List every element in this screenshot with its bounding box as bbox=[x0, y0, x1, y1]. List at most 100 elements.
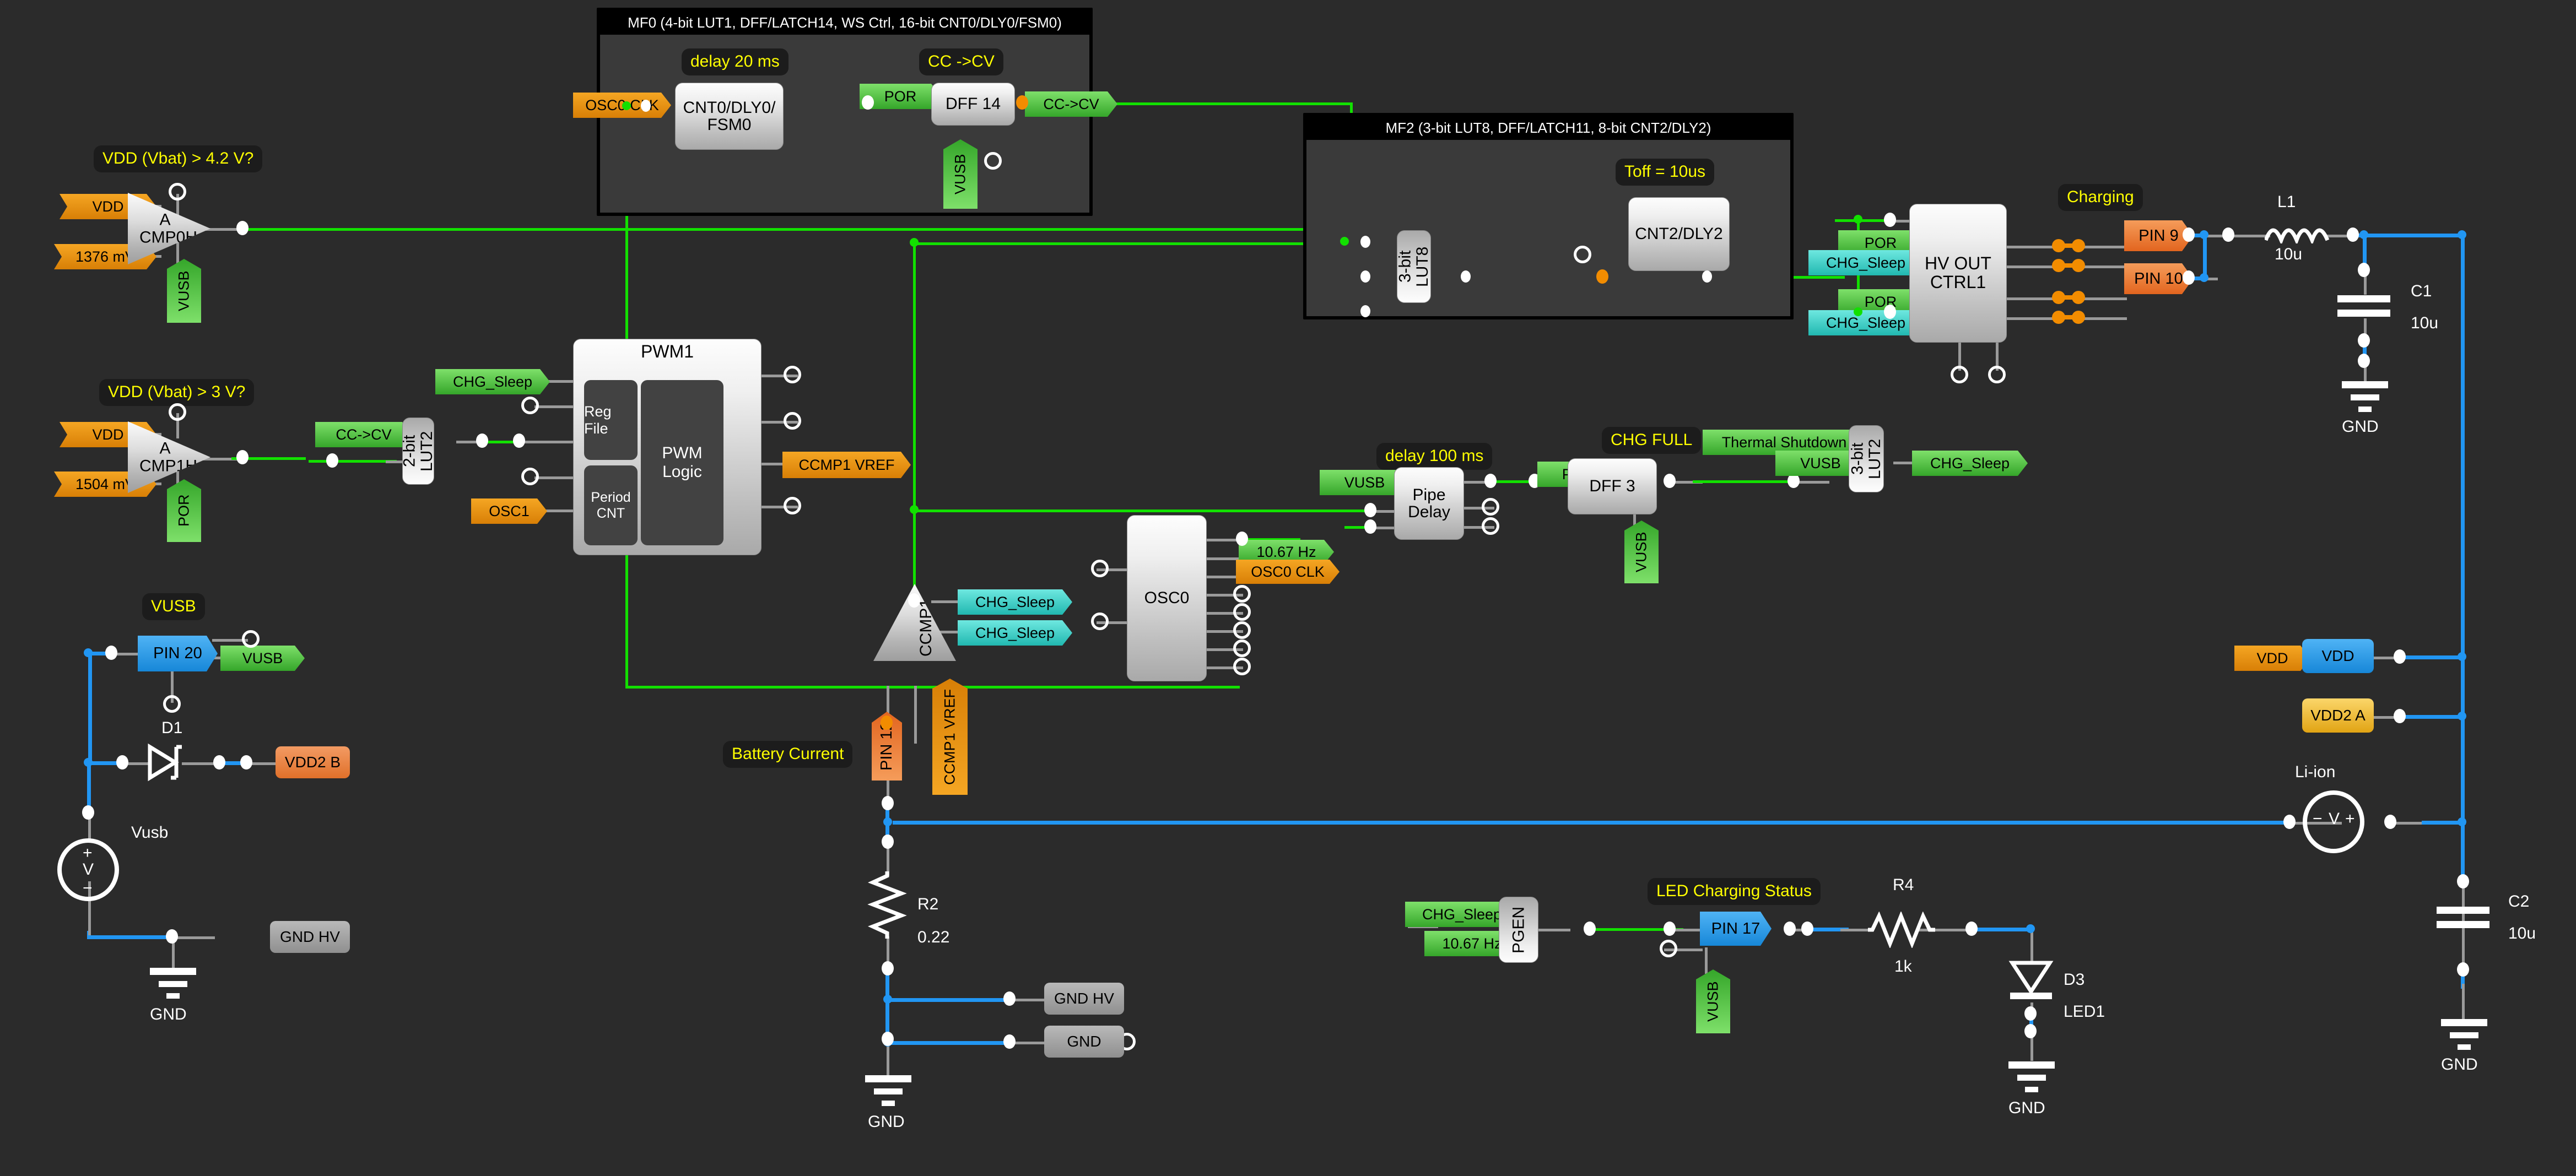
node-d3-anode bbox=[2026, 924, 2035, 933]
net-gnd-sense[interactable]: GND bbox=[1044, 1026, 1124, 1058]
node-pwm-in2 bbox=[521, 397, 539, 414]
node-osc0-out8 bbox=[1233, 658, 1251, 675]
block-cnt0-dly0-fsm0[interactable]: CNT0/DLY0/ FSM0 bbox=[675, 83, 784, 150]
comparator-acmp0h[interactable]: A CMP0H bbox=[128, 193, 210, 264]
node-osc0-out5 bbox=[1233, 603, 1251, 621]
diode-d1-symbol bbox=[144, 743, 184, 782]
tag-chg-sleep-hv-2[interactable]: CHG_Sleep bbox=[1808, 310, 1923, 335]
node-rail-batt bbox=[2458, 817, 2466, 826]
tag-osc1[interactable]: OSC1 bbox=[471, 498, 547, 524]
block-hv-out-ctrl1[interactable]: HV OUT CTRL1 bbox=[1909, 204, 2007, 343]
mf2-title: MF2 (3-bit LUT8, DFF/LATCH11, 8-bit CNT2… bbox=[1306, 116, 1790, 140]
node-osc0-out7 bbox=[1233, 640, 1251, 657]
tag-cc-cv-out[interactable]: CC->CV bbox=[1025, 91, 1117, 117]
block-osc0[interactable]: OSC0 bbox=[1127, 515, 1207, 681]
block-3bit-lut2-right[interactable]: 3-bit LUT2 bbox=[1849, 425, 1884, 492]
wire-pwm-out-3 bbox=[759, 463, 786, 465]
node-dff14-in bbox=[1016, 95, 1028, 110]
pin-vdd[interactable]: VDD bbox=[2302, 639, 2374, 673]
contact-pair-1 bbox=[2052, 239, 2085, 252]
node-lut8-out bbox=[1461, 270, 1471, 283]
node-cnt2-in bbox=[1596, 269, 1608, 284]
pin-20[interactable]: PIN 20 bbox=[138, 636, 218, 671]
node-pwm-out1 bbox=[784, 366, 801, 383]
node-c1-gnd bbox=[2358, 354, 2370, 368]
net-vdd2-a[interactable]: VDD2 A bbox=[2302, 698, 2374, 733]
tag-vusb-pin17[interactable]: VUSB bbox=[1696, 969, 1730, 1033]
node-hv-por-bus-bot bbox=[1854, 307, 1862, 316]
wire-pgen-out-stub bbox=[1537, 929, 1570, 931]
node-cmp0-out bbox=[236, 221, 249, 235]
tag-chg-sleep-out[interactable]: CHG_Sleep bbox=[1912, 451, 2028, 476]
node-pipe-in2 bbox=[1364, 519, 1376, 534]
tag-vusb-cmp0[interactable]: VUSB bbox=[167, 259, 201, 323]
node-c1-bot bbox=[2358, 333, 2370, 348]
wire-pin17-vusb bbox=[1705, 947, 1708, 974]
tag-chg-sleep-ccmp1-b[interactable]: CHG_Sleep bbox=[958, 620, 1072, 646]
node-hv-bot1 bbox=[1951, 366, 1968, 383]
tag-osc0-clk[interactable]: OSC0 CLK bbox=[1236, 560, 1340, 584]
node-pipe-out1 bbox=[1484, 474, 1497, 488]
block-cnt2-dly2[interactable]: CNT2/DLY2 bbox=[1628, 197, 1730, 271]
pwm1-regfile: Reg File bbox=[584, 380, 638, 460]
label-liion: Li-ion bbox=[2295, 763, 2335, 782]
node-pin20-in bbox=[105, 646, 117, 660]
contact-pair-2 bbox=[2052, 259, 2085, 272]
block-dff14[interactable]: DFF 14 bbox=[931, 83, 1015, 126]
block-pipe-delay[interactable]: Pipe Delay bbox=[1394, 467, 1464, 540]
node-gndhv-net bbox=[1003, 991, 1016, 1006]
vusb-plus-sign: + bbox=[83, 844, 93, 863]
tag-vusb-pin20[interactable]: VUSB bbox=[220, 646, 305, 671]
block-3bit-lut8[interactable]: 3-bit LUT8 bbox=[1397, 230, 1431, 303]
node-lut8-in3 bbox=[1360, 305, 1370, 317]
tag-ccmp1-vref-pwm[interactable]: CCMP1 VREF bbox=[782, 452, 911, 478]
pipe-delay-label: Pipe Delay bbox=[1408, 486, 1450, 521]
note-delay-100ms: delay 100 ms bbox=[1376, 443, 1492, 470]
wire-hv-out-1 bbox=[2006, 246, 2055, 248]
node-rail-vdd bbox=[2458, 652, 2466, 661]
tag-vusb-dff3[interactable]: VUSB bbox=[1624, 521, 1659, 583]
tag-cc-cv-lut2[interactable]: CC->CV bbox=[315, 422, 412, 447]
net-gnd-hv-usb[interactable]: GND HV bbox=[270, 921, 350, 953]
node-cmp1-out bbox=[236, 450, 249, 464]
node-batt-neg bbox=[2283, 815, 2296, 829]
label-r2-name: R2 bbox=[917, 895, 938, 914]
tag-chg-sleep-ccmp1-a[interactable]: CHG_Sleep bbox=[958, 589, 1072, 615]
wire-osc0clk-to-osc0 bbox=[625, 686, 1240, 689]
contact-pair-3 bbox=[2052, 291, 2085, 304]
node-l1-in bbox=[2222, 227, 2234, 242]
block-pgen[interactable]: PGEN bbox=[1499, 897, 1538, 963]
net-gnd-hv-sense[interactable]: GND HV bbox=[1044, 983, 1124, 1015]
comparator-acmp1h[interactable]: A CMP1H bbox=[128, 421, 210, 493]
node-pin12-out bbox=[882, 796, 894, 810]
node-lut2-out-a bbox=[476, 433, 488, 448]
tag-vusb-dff14[interactable]: VUSB bbox=[943, 139, 978, 209]
wire-usb-v2 bbox=[87, 761, 91, 811]
node-gndhv-usb bbox=[166, 929, 178, 944]
tag-por-cmp1[interactable]: POR bbox=[167, 479, 201, 542]
wire-batt-rail bbox=[893, 821, 2292, 825]
tag-chg-sleep-pwm1[interactable]: CHG_Sleep bbox=[435, 369, 550, 394]
block-dff14-label: DFF 14 bbox=[946, 95, 1001, 113]
contact-pair-4 bbox=[2052, 311, 2085, 324]
node-green-bus-top bbox=[910, 238, 919, 247]
label-gnd-usb: GND bbox=[150, 1005, 187, 1024]
node-l1-out bbox=[2347, 227, 2359, 242]
note-vusb: VUSB bbox=[142, 593, 205, 620]
pin-17[interactable]: PIN 17 bbox=[1700, 912, 1772, 946]
tag-chg-sleep-hv-1[interactable]: CHG_Sleep bbox=[1808, 250, 1923, 275]
note-delay-20ms: delay 20 ms bbox=[682, 48, 789, 75]
net-vdd2-b[interactable]: VDD2 B bbox=[276, 746, 350, 778]
tag-vdd-right[interactable]: VDD bbox=[2234, 646, 2310, 671]
hv-out-ctrl1-label: HV OUT CTRL1 bbox=[1925, 254, 1991, 291]
label-c1-value: 10u bbox=[2411, 314, 2438, 333]
node-pin12-in bbox=[881, 716, 893, 730]
node-lut2-in bbox=[326, 453, 338, 468]
battery-symbol-v: V bbox=[2329, 810, 2340, 828]
node-rail-vdd2a bbox=[2458, 712, 2466, 720]
block-2bit-lut2[interactable]: 2-bit LUT2 bbox=[402, 418, 434, 485]
wire-green-bus-1 bbox=[913, 242, 916, 512]
tag-ccmp1-vref[interactable]: CCMP1 VREF bbox=[932, 679, 968, 795]
block-dff3[interactable]: DFF 3 bbox=[1568, 458, 1657, 514]
wire-pwm-in-3 bbox=[534, 476, 576, 479]
